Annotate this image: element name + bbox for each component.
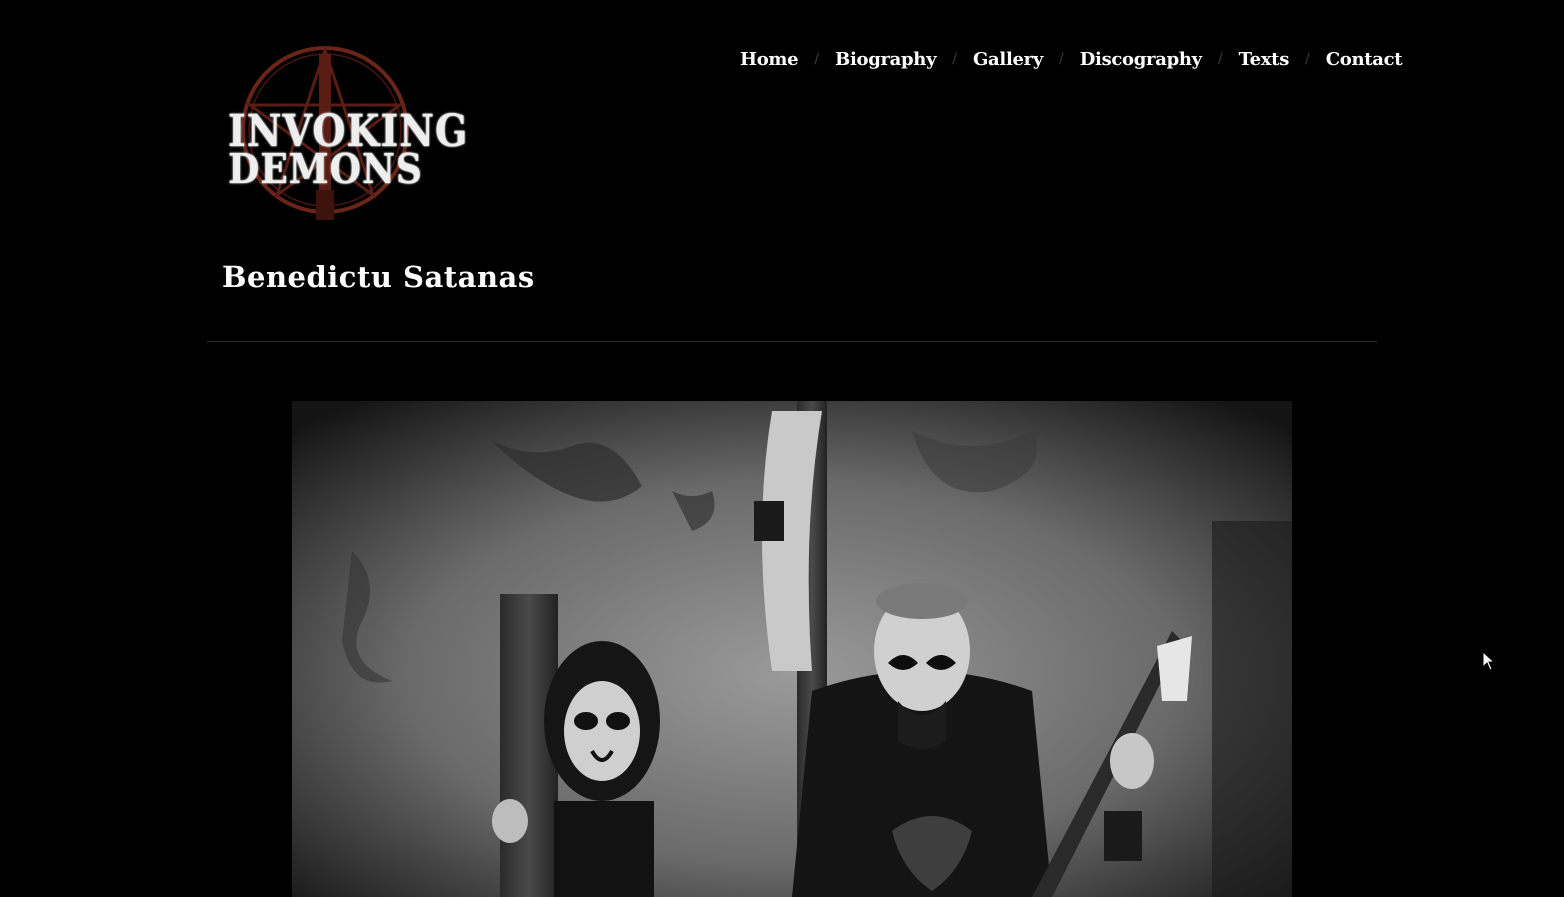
mouse-cursor-icon [1482,651,1496,671]
divider [207,341,1377,342]
nav-separator: / [1059,51,1064,67]
nav-separator: / [814,51,820,67]
nav-separator: / [1217,51,1223,67]
page-title: Benedictu Satanas [222,260,535,294]
logo-line-2: DEMONS [228,144,423,194]
nav-biography[interactable]: Biography [835,49,937,70]
main-nav: Home / Biography / Gallery / Discography… [740,45,1403,73]
page: INVOKING DEMONS Home / Biography / Galle… [0,0,1564,897]
nav-contact[interactable]: Contact [1326,49,1403,70]
nav-home[interactable]: Home [740,49,799,70]
band-photo [292,401,1292,897]
nav-texts[interactable]: Texts [1239,49,1290,70]
nav-separator: / [952,51,957,67]
band-photo-image [292,401,1292,897]
nav-separator: / [1305,51,1310,67]
nav-gallery[interactable]: Gallery [973,49,1043,70]
nav-discography[interactable]: Discography [1080,49,1202,70]
band-logo[interactable]: INVOKING DEMONS [228,40,467,230]
